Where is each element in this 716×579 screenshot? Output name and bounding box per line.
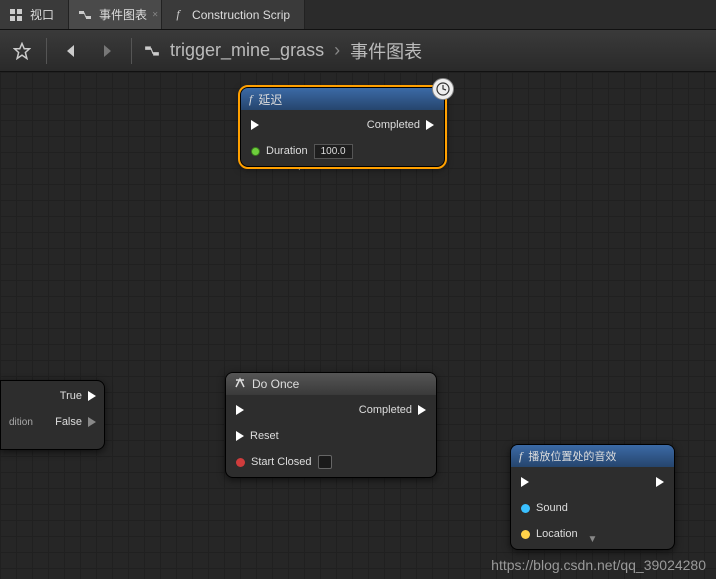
close-icon[interactable]: × [152,9,158,20]
float-pin-icon [251,147,260,156]
pin-label: Reset [250,430,279,442]
function-icon: f [249,92,252,107]
node-title: 播放位置处的音效 [528,448,616,464]
start-closed-pin[interactable]: Start Closed [236,455,332,469]
separator [46,38,47,64]
pin-label: Completed [367,119,420,131]
exec-output-pin[interactable] [656,477,664,487]
exec-output-pin[interactable] [88,391,96,401]
tab-label: 视口 [30,6,54,23]
clock-icon [432,78,454,100]
vector-pin-icon [521,530,530,539]
pin-label: Sound [536,502,568,514]
editor-tabs: 视口 事件图表 × f Construction Scrip [0,0,716,30]
exec-input-pin[interactable] [521,477,529,487]
node-title: 延迟 [258,91,282,108]
location-pin[interactable]: Location [521,528,578,540]
bool-pin-icon [236,458,245,467]
favorite-icon[interactable] [10,39,34,63]
pin-label: dition [9,417,33,428]
exec-input-pin[interactable] [236,405,244,415]
nav-back-icon[interactable] [59,39,83,63]
graph-toolbar: trigger_mine_grass › 事件图表 [0,30,716,72]
graph-icon [144,43,160,59]
node-branch-partial[interactable]: True dition False [0,380,105,450]
tab-event-graph[interactable]: 事件图表 × [69,0,162,29]
pin-label: True [60,390,82,402]
start-closed-checkbox[interactable] [318,455,332,469]
graph-canvas[interactable]: f 延迟 Completed Duration 100.0 [0,72,716,579]
duration-input[interactable]: 100.0 [314,144,353,159]
pin-label: Completed [359,404,412,416]
function-icon: f [519,449,522,464]
node-delay[interactable]: f 延迟 Completed Duration 100.0 [240,87,445,167]
exec-output-pin[interactable] [88,417,96,427]
breadcrumb-graph[interactable]: 事件图表 [350,38,422,64]
breadcrumb-asset[interactable]: trigger_mine_grass [170,40,324,61]
tab-label: 事件图表 [99,6,147,23]
exec-input-pin[interactable] [251,120,259,130]
function-icon: f [170,7,186,23]
pin-label: Location [536,528,578,540]
node-header[interactable]: f 播放位置处的音效 [511,445,674,467]
chevron-right-icon: › [334,40,340,61]
separator [131,38,132,64]
sound-pin[interactable]: Sound [521,502,568,514]
expand-icon[interactable]: ▼ [588,534,598,545]
pin-label: Start Closed [251,456,312,468]
nav-forward-icon[interactable] [95,39,119,63]
reset-pin[interactable]: Reset [236,430,279,442]
node-title: Do Once [252,377,299,391]
exec-output-pin[interactable] [426,120,434,130]
object-pin-icon [521,504,530,513]
viewport-icon [8,7,24,23]
tab-construction-script[interactable]: f Construction Scrip [162,0,305,29]
tab-viewport[interactable]: 视口 [0,0,69,29]
tab-label: Construction Scrip [192,8,290,22]
pin-label: Duration [266,145,308,157]
node-header[interactable]: f 延迟 [241,88,444,110]
duration-pin[interactable]: Duration 100.0 [251,144,353,159]
node-play-sound-at-location[interactable]: f 播放位置处的音效 Sound Location ▼ [510,444,675,550]
breadcrumb: trigger_mine_grass › 事件图表 [144,38,422,64]
graph-icon [77,7,93,23]
node-do-once[interactable]: Do Once Completed Reset Start Closed [225,372,437,478]
pin-label: False [55,416,82,428]
exec-output-pin[interactable] [418,405,426,415]
macro-icon [234,377,246,392]
node-header[interactable]: Do Once [226,373,436,395]
watermark-text: https://blog.csdn.net/qq_39024280 [491,557,706,573]
